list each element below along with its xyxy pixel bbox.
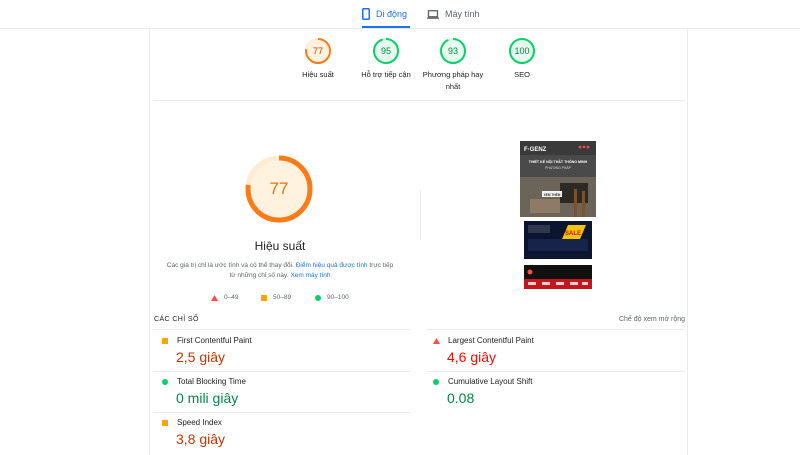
gauge-accessibility-score: 95 (380, 46, 391, 56)
metrics-row-divider (427, 371, 685, 372)
metric-lcp-value: 4,6 giây (447, 349, 497, 365)
gauge-seo-score: 100 (514, 46, 530, 56)
square-orange-icon (162, 420, 168, 426)
circle-green-icon (315, 294, 321, 301)
gauge-performance-label: Hiệu suất (302, 70, 334, 79)
performance-title: Hiệu suất (254, 239, 306, 253)
triangle-red-icon (211, 294, 218, 301)
metric-si-name: Speed Index (177, 418, 222, 427)
score-calculation-link[interactable]: Điểm hiệu quả được tính (296, 262, 368, 269)
metric-si-value: 3,8 giây (176, 431, 226, 447)
tab-desktop[interactable]: Máy tính (427, 0, 483, 28)
page-screenshot[interactable]: F·GENZ THIẾT KẾ NỘI THẤT THÔNG MINH PHƯƠ… (520, 141, 596, 296)
tab-desktop-label: Máy tính (445, 9, 480, 19)
gauge-best-practices-score: 93 (447, 46, 458, 56)
screenshot-subline: PHƯƠNG PHÁP (545, 166, 572, 170)
gauge-seo[interactable]: 100 (508, 37, 536, 65)
performance-gauge: 77 (244, 154, 314, 224)
screenshot-brand: F·GENZ (524, 147, 547, 153)
screenshot-banner-text: SALE (565, 231, 581, 237)
screenshot-headline: THIẾT KẾ NỘI THẤT THÔNG MINH (529, 159, 588, 164)
gauge-accessibility[interactable]: 95 (372, 37, 400, 65)
legend-fail: 0–49 (211, 294, 238, 301)
metric-cls-value: 0.08 (447, 390, 475, 406)
metrics-row-divider (153, 371, 410, 372)
legend-pass-label: 90–100 (327, 294, 349, 301)
performance-score: 77 (269, 179, 289, 198)
circle-green-icon (162, 379, 168, 385)
metric-tbt-name: Total Blocking Time (177, 377, 246, 386)
square-orange-icon (261, 294, 267, 301)
gauge-best-practices[interactable]: 93 (439, 37, 467, 65)
legend-average: 50–89 (261, 294, 291, 301)
page-screenshot-image: F·GENZ THIẾT KẾ NỘI THẤT THÔNG MINH PHƯƠ… (520, 141, 596, 289)
metrics-divider-left (153, 329, 410, 330)
tab-mobile-label: Di động (376, 9, 408, 19)
calculator-link[interactable]: Xem máy tính (290, 272, 330, 279)
report-left-border (149, 29, 150, 455)
circle-green-icon (433, 379, 439, 385)
metric-tbt-value: 0 mili giây (176, 390, 239, 406)
square-orange-icon (162, 338, 168, 344)
gauge-performance-score: 77 (312, 46, 323, 56)
gauge-best-practices-label: Phương pháp hay nhất (422, 70, 484, 91)
gauge-accessibility-label: Hỗ trợ tiếp cận (361, 70, 411, 79)
legend-fail-label: 0–49 (224, 294, 239, 301)
tabs-divider (0, 28, 800, 29)
metric-lcp-name: Largest Contentful Paint (448, 336, 534, 345)
triangle-red-icon (433, 338, 440, 344)
screenshot-divider (420, 190, 421, 240)
metric-fcp-name: First Contentful Paint (177, 336, 252, 345)
performance-description: Các giá trị chỉ là ước tính và có thể th… (166, 261, 394, 281)
laptop-icon (427, 9, 439, 19)
phone-icon (362, 8, 370, 20)
description-text: Các giá trị chỉ là ước tính và có thể th… (166, 262, 294, 269)
device-tabs: Di động Máy tính (0, 0, 800, 28)
screenshot-cta: XEM THÊM (544, 192, 561, 197)
expanded-view-toggle[interactable]: Chế độ xem mở rộng (600, 316, 685, 323)
gauge-performance[interactable]: 77 (304, 37, 332, 65)
tab-mobile[interactable]: Di động (362, 0, 410, 28)
legend-pass: 90–100 (315, 294, 349, 301)
metrics-divider-right (427, 329, 685, 330)
metric-cls-name: Cumulative Layout Shift (448, 377, 533, 386)
legend-average-label: 50–89 (273, 294, 292, 301)
summary-divider (153, 100, 685, 101)
metrics-row-divider (153, 412, 410, 413)
metrics-section-title: CÁC CHỈ SỐ (154, 316, 199, 323)
report-right-border (687, 29, 688, 455)
gauge-seo-label: SEO (514, 70, 530, 79)
metric-fcp-value: 2,5 giây (176, 349, 226, 365)
